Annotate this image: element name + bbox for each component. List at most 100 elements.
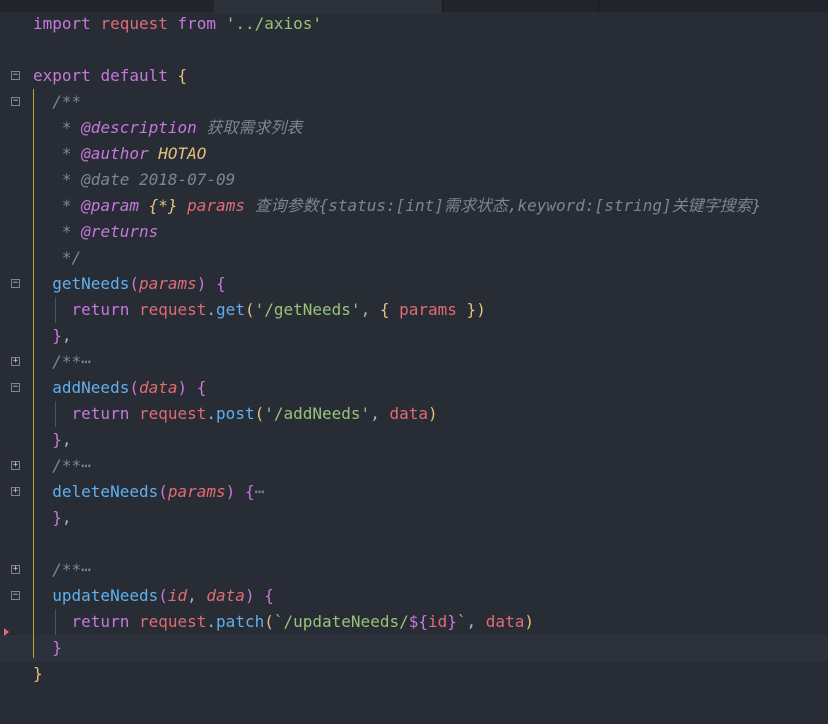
- code-token: params: [138, 274, 197, 293]
- code-token: deleteNeeds: [52, 482, 159, 501]
- code-text: * @date 2018-07-09: [33, 167, 235, 193]
- code-line[interactable]: − export default {: [0, 63, 828, 89]
- code-line[interactable]: [0, 531, 828, 557]
- code-text: },: [33, 505, 72, 531]
- code-token: /**: [33, 456, 82, 475]
- code-token: (: [264, 612, 274, 631]
- code-token: ⋯: [81, 456, 91, 475]
- code-token: ): [177, 378, 188, 397]
- fold-expand-icon[interactable]: +: [11, 461, 20, 470]
- code-line[interactable]: }: [0, 635, 828, 661]
- code-token: *: [33, 170, 82, 189]
- code-text: * @param {*} params 查询参数{status:[int]需求状…: [33, 193, 761, 219]
- fold-collapse-icon[interactable]: −: [11, 279, 20, 288]
- code-line[interactable]: * @returns: [0, 219, 828, 245]
- code-token: }: [52, 638, 62, 657]
- code-token: *: [33, 222, 82, 241]
- fold-expand-icon[interactable]: +: [11, 487, 20, 496]
- code-line[interactable]: },: [0, 427, 828, 453]
- code-token: default: [100, 66, 168, 85]
- code-line[interactable]: return request.patch(`/updateNeeds/${id}…: [0, 609, 828, 635]
- code-token: data: [206, 586, 245, 605]
- code-line[interactable]: * @date 2018-07-09: [0, 167, 828, 193]
- code-text: }: [33, 661, 43, 687]
- code-text: /**⋯: [33, 349, 91, 375]
- code-token: updateNeeds: [52, 586, 159, 605]
- fold-expand-icon[interactable]: +: [11, 565, 20, 574]
- code-line[interactable]: * @author HOTAO: [0, 141, 828, 167]
- code-token: `/updateNeeds/: [273, 612, 409, 631]
- code-line[interactable]: + /**⋯: [0, 349, 828, 375]
- code-token: '../axios': [225, 14, 323, 33]
- code-token: patch: [216, 612, 265, 631]
- code-editor[interactable]: } } return request.patch(`/updateNeeds/$…: [0, 0, 828, 724]
- code-token: }: [33, 664, 43, 683]
- code-token: post: [216, 404, 255, 423]
- code-text: /**⋯: [33, 453, 91, 479]
- breakpoint-marker[interactable]: [4, 628, 9, 636]
- code-line[interactable]: }: [0, 661, 828, 687]
- code-token: params: [167, 482, 226, 501]
- code-line[interactable]: },: [0, 323, 828, 349]
- code-token: }: [52, 326, 62, 345]
- code-token: ,: [61, 326, 72, 345]
- code-line[interactable]: return request.post('/addNeeds', data): [0, 401, 828, 427]
- code-token: @author: [81, 144, 149, 163]
- code-line[interactable]: import request from '../axios': [0, 11, 828, 37]
- code-line[interactable]: + /**⋯: [0, 557, 828, 583]
- code-text: deleteNeeds(params) {⋯: [33, 479, 264, 505]
- fold-collapse-icon[interactable]: −: [11, 97, 20, 106]
- code-line[interactable]: − /**: [0, 89, 828, 115]
- fold-expand-icon[interactable]: +: [11, 357, 20, 366]
- code-line[interactable]: * @description 获取需求列表: [0, 115, 828, 141]
- code-line[interactable]: [0, 37, 828, 63]
- code-token: {: [216, 274, 226, 293]
- code-token: }: [447, 612, 457, 631]
- code-line[interactable]: − updateNeeds(id, data) {: [0, 583, 828, 609]
- code-line[interactable]: + /**⋯: [0, 453, 828, 479]
- code-token: ,: [466, 612, 486, 631]
- code-token: {status:[int]: [318, 196, 444, 215]
- code-token: ): [225, 482, 236, 501]
- code-token: '/getNeeds': [254, 300, 361, 319]
- code-token: HOTAO: [158, 144, 207, 163]
- code-token: return: [71, 404, 130, 423]
- code-line[interactable]: return request.get('/getNeeds', { params…: [0, 297, 828, 323]
- fold-collapse-icon[interactable]: −: [11, 71, 20, 80]
- code-token: request: [100, 14, 168, 33]
- code-token: @returns: [81, 222, 159, 241]
- code-line[interactable]: * @param {*} params 查询参数{status:[int]需求状…: [0, 193, 828, 219]
- fold-collapse-icon[interactable]: −: [11, 383, 20, 392]
- code-token: addNeeds: [52, 378, 130, 397]
- code-token: ,: [61, 508, 72, 527]
- code-token: ⋯: [254, 482, 265, 501]
- code-token: data: [138, 378, 178, 397]
- code-line[interactable]: },: [0, 505, 828, 531]
- code-token: from: [177, 14, 217, 33]
- code-line[interactable]: + deleteNeeds(params) {⋯: [0, 479, 828, 505]
- code-token: @param: [81, 196, 139, 215]
- fold-collapse-icon[interactable]: −: [11, 591, 20, 600]
- indent-guide: [55, 401, 56, 427]
- code-token: request: [138, 300, 207, 319]
- code-token: }: [751, 196, 762, 215]
- code-line[interactable]: − getNeeds(params) {: [0, 271, 828, 297]
- code-token: }: [52, 430, 62, 449]
- indent-guide: [55, 297, 56, 323]
- code-line[interactable]: */: [0, 245, 828, 271]
- code-line[interactable]: − addNeeds(data) {: [0, 375, 828, 401]
